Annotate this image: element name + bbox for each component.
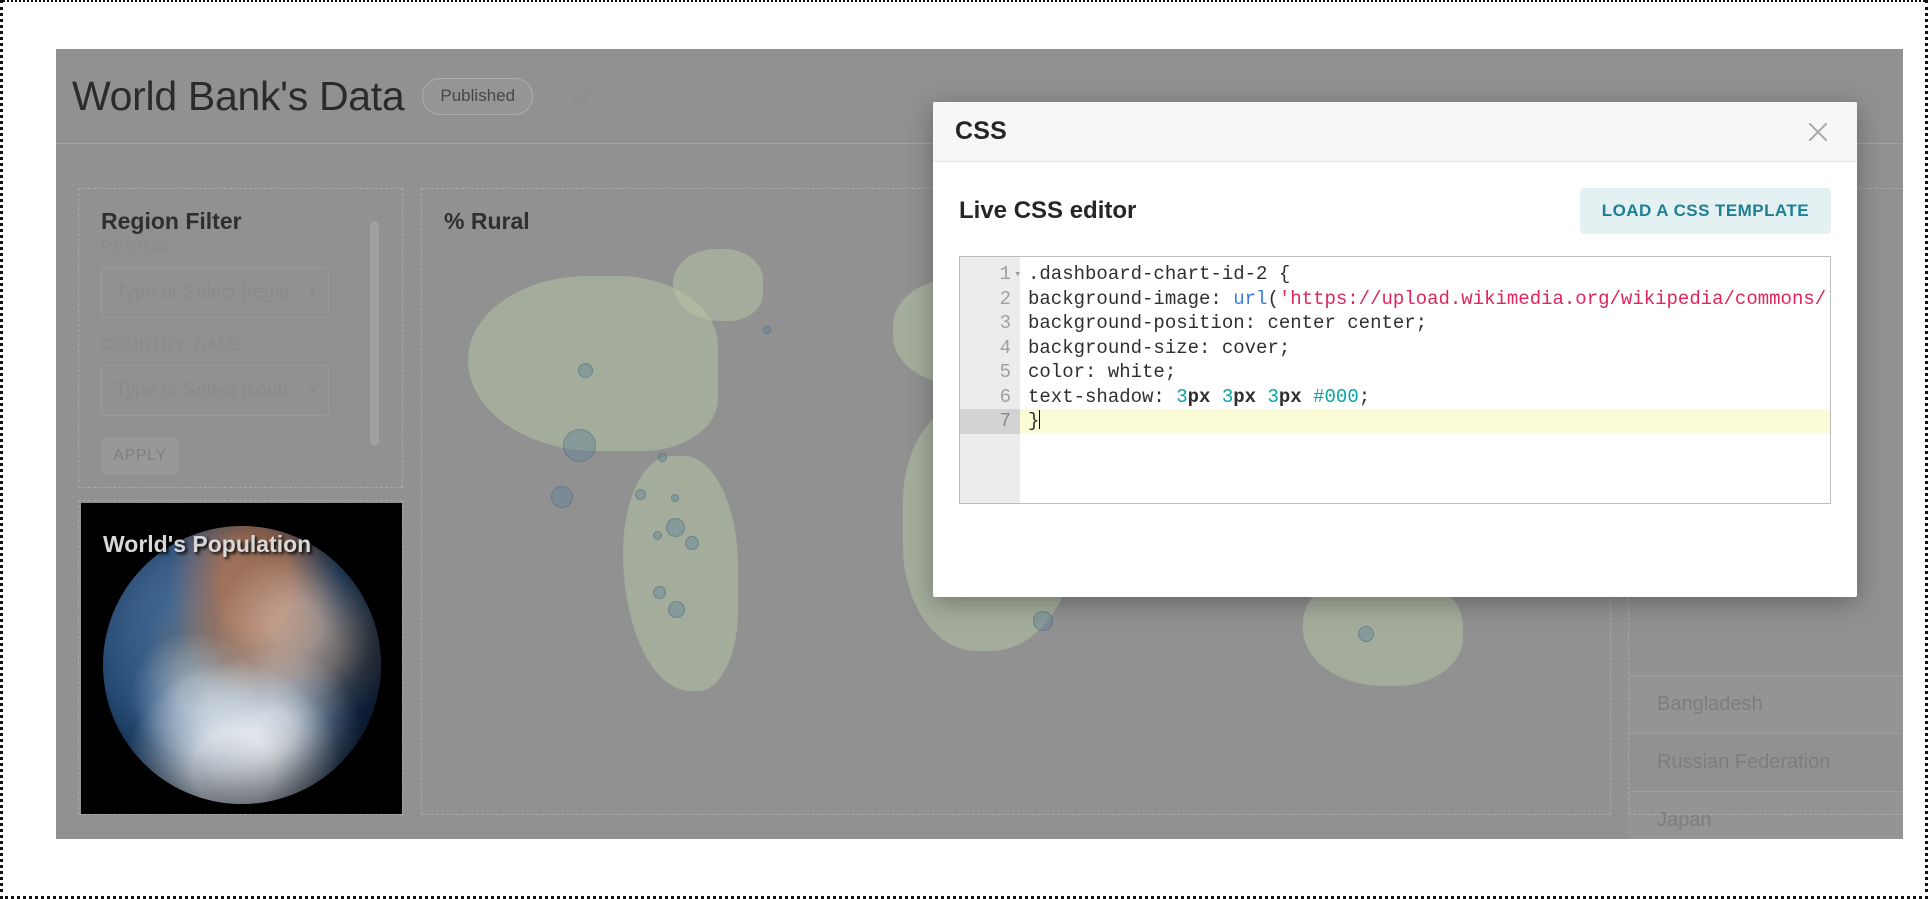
css-modal: CSS Live CSS editor LOAD A CSS TEMPLATE … [933, 102, 1857, 597]
modal-backdrop: CSS Live CSS editor LOAD A CSS TEMPLATE … [3, 2, 1925, 896]
editor-header: Live CSS editor LOAD A CSS TEMPLATE [959, 188, 1831, 234]
code-token: ; [1358, 385, 1371, 408]
editor-line-number: 4 [999, 336, 1011, 359]
code-token: text-shadow: [1028, 385, 1177, 408]
editor-code-line[interactable]: color: white; [1020, 360, 1830, 385]
code-token: url [1233, 287, 1268, 310]
page-frame: World Bank's Data Published ☆ Region Fil… [0, 0, 1928, 899]
code-token: background-size: [1028, 336, 1222, 359]
modal-header: CSS [933, 102, 1857, 162]
code-token: center center; [1267, 312, 1428, 334]
editor-line-number: 5 [999, 361, 1011, 383]
code-token: px [1187, 385, 1222, 408]
editor-line-number: 2 [999, 287, 1011, 310]
code-token: 3 [1176, 385, 1188, 408]
code-token: } [1028, 410, 1040, 432]
code-token: color: [1028, 361, 1108, 383]
editor-code-line[interactable]: } [1020, 409, 1830, 434]
code-token: cover; [1221, 336, 1291, 359]
code-token: #000 [1313, 385, 1359, 408]
code-token: white; [1107, 361, 1177, 383]
modal-title: CSS [955, 117, 1008, 145]
live-css-editor-label: Live CSS editor [959, 197, 1137, 224]
code-token: 'https://upload.wikimedia.org/wikipedia/… [1278, 287, 1830, 310]
editor-code-line[interactable]: background-position: center center; [1020, 311, 1830, 336]
code-token: .dashboard-chart-id-2 [1028, 263, 1279, 285]
editor-code-line[interactable]: background-image: url('https://upload.wi… [1020, 287, 1830, 312]
code-token: { [1278, 263, 1291, 285]
editor-line-number: 1 ▾ [960, 262, 1021, 287]
editor-code-line[interactable]: text-shadow: 3px 3px 3px #000; [1020, 385, 1830, 410]
editor-line-number: 7 [960, 409, 1020, 434]
code-token: px [1278, 385, 1314, 408]
world-population-title: World's Population [103, 531, 312, 557]
editor-line-number: 3 [999, 312, 1011, 334]
text-cursor [1039, 410, 1041, 429]
code-token: 3 [1267, 385, 1279, 408]
modal-body: Live CSS editor LOAD A CSS TEMPLATE 1 ▾ 2 3… [933, 162, 1857, 504]
code-token: 3 [1221, 385, 1234, 408]
editor-line-number: 6 [999, 385, 1011, 408]
code-token: px [1233, 385, 1268, 408]
editor-code-line[interactable]: .dashboard-chart-id-2 { [1020, 262, 1830, 287]
load-css-template-button[interactable]: LOAD A CSS TEMPLATE [1579, 188, 1831, 234]
code-token: background-image: [1028, 287, 1234, 310]
css-code-editor[interactable]: 1 ▾ 2 3 4 5 6 7 .dashboard-chart-id-2 { backgro… [959, 256, 1831, 504]
editor-code-area[interactable]: .dashboard-chart-id-2 { background-image… [1020, 257, 1830, 503]
code-token: ( [1267, 287, 1279, 310]
editor-code-line[interactable]: background-size: cover; [1020, 336, 1830, 361]
editor-gutter: 1 ▾ 2 3 4 5 6 7 [960, 257, 1021, 503]
close-icon[interactable] [1801, 115, 1835, 149]
code-token: background-position: [1028, 312, 1268, 334]
